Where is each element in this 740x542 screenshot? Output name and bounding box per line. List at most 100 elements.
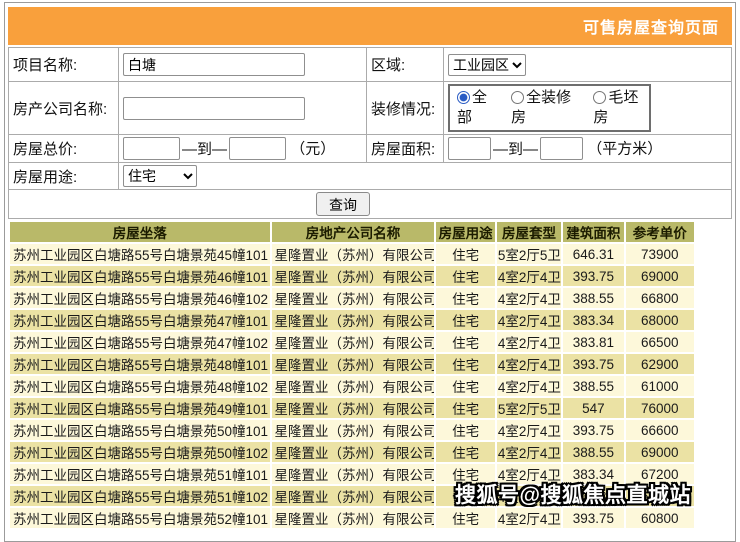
table-cell: 住宅 [436, 266, 494, 286]
table-row: 苏州工业园区白塘路55号白塘景苑50幢101星隆置业（苏州）有限公司住宅4室2厅… [10, 420, 694, 440]
table-cell: 393.75 [563, 354, 623, 374]
table-cell: 393.75 [563, 420, 623, 440]
price-unit: （元） [290, 141, 335, 158]
column-header-usage: 房屋用途 [436, 222, 494, 242]
company-name-input[interactable] [123, 97, 305, 120]
table-cell: 苏州工业园区白塘路55号白塘景苑46幢102 [10, 288, 270, 308]
table-row: 苏州工业园区白塘路55号白塘景苑52幢101星隆置业（苏州）有限公司住宅4室2厅… [10, 508, 694, 528]
table-cell: 苏州工业园区白塘路55号白塘景苑47幢101 [10, 310, 270, 330]
table-cell: 61000 [626, 376, 694, 396]
radio-full-decoration[interactable]: 全装修房 [511, 88, 577, 128]
usage-label: 房屋用途: [9, 163, 119, 190]
area-to-input[interactable] [540, 137, 583, 160]
table-cell: 69000 [626, 266, 694, 286]
area-unit: （平方米） [587, 141, 662, 158]
query-button[interactable]: 查询 [316, 192, 370, 216]
page-frame: 可售房屋查询页面 项目名称: 区域: 工业园区 房产公司名称: 装修情况: 全部… [4, 2, 736, 542]
table-cell: 星隆置业（苏州）有限公司 [272, 420, 435, 440]
radio-rough-input[interactable] [593, 91, 606, 104]
table-cell: 5室2厅5卫 [497, 244, 561, 264]
column-header-area: 建筑面积 [563, 222, 623, 242]
price-to-input[interactable] [229, 137, 286, 160]
table-cell: 4室2厅4卫 [497, 420, 561, 440]
table-cell: 苏州工业园区白塘路55号白塘景苑50幢102 [10, 442, 270, 462]
table-cell: 393.75 [563, 508, 623, 528]
table-cell: 住宅 [436, 442, 494, 462]
company-name-label: 房产公司名称: [9, 82, 119, 135]
table-cell: 星隆置业（苏州）有限公司 [272, 354, 435, 374]
table-cell: 4室2厅4卫 [497, 266, 561, 286]
area-from-input[interactable] [448, 137, 491, 160]
table-cell: 4室2厅4卫 [497, 332, 561, 352]
region-select[interactable]: 工业园区 [448, 54, 526, 76]
table-cell: 547 [563, 398, 623, 418]
table-cell: 星隆置业（苏州）有限公司 [272, 508, 435, 528]
table-cell: 4室2厅4卫 [497, 354, 561, 374]
table-cell: 383.81 [563, 332, 623, 352]
table-cell: 69000 [626, 442, 694, 462]
radio-full-decoration-input[interactable] [511, 91, 524, 104]
price-range-separator: —到— [182, 141, 227, 158]
table-cell: 住宅 [436, 398, 494, 418]
table-cell: 苏州工业园区白塘路55号白塘景苑52幢101 [10, 508, 270, 528]
column-header-unit-price: 参考单价 [626, 222, 694, 242]
table-cell: 62900 [626, 354, 694, 374]
query-form: 项目名称: 区域: 工业园区 房产公司名称: 装修情况: 全部 全装修房 毛坯房 [8, 47, 732, 219]
table-row: 苏州工业园区白塘路55号白塘景苑48幢101星隆置业（苏州）有限公司住宅4室2厅… [10, 354, 694, 374]
table-cell: 住宅 [436, 376, 494, 396]
price-from-input[interactable] [123, 137, 180, 160]
radio-all-input[interactable] [457, 91, 470, 104]
page-title: 可售房屋查询页面 [583, 14, 719, 38]
table-cell: 星隆置业（苏州）有限公司 [272, 464, 435, 484]
area-range-separator: —到— [493, 141, 538, 158]
title-bar: 可售房屋查询页面 [8, 7, 732, 45]
table-cell: 星隆置业（苏州）有限公司 [272, 442, 435, 462]
table-cell: 60800 [626, 508, 694, 528]
table-cell: 4室2厅4卫 [497, 310, 561, 330]
table-cell: 苏州工业园区白塘路55号白塘景苑50幢101 [10, 420, 270, 440]
table-cell: 星隆置业（苏州）有限公司 [272, 398, 435, 418]
table-row: 苏州工业园区白塘路55号白塘景苑48幢102星隆置业（苏州）有限公司住宅4室2厅… [10, 376, 694, 396]
table-row: 苏州工业园区白塘路55号白塘景苑49幢101星隆置业（苏州）有限公司住宅5室2厅… [10, 398, 694, 418]
table-cell: 星隆置业（苏州）有限公司 [272, 376, 435, 396]
table-cell: 苏州工业园区白塘路55号白塘景苑48幢101 [10, 354, 270, 374]
table-row: 苏州工业园区白塘路55号白塘景苑46幢101星隆置业（苏州）有限公司住宅4室2厅… [10, 266, 694, 286]
column-header-company: 房地产公司名称 [272, 222, 435, 242]
table-cell: 4室2厅4卫 [497, 376, 561, 396]
table-cell: 星隆置业（苏州）有限公司 [272, 244, 435, 264]
radio-rough[interactable]: 毛坯房 [593, 88, 645, 128]
table-cell: 388.55 [563, 288, 623, 308]
table-row: 苏州工业园区白塘路55号白塘景苑46幢102星隆置业（苏州）有限公司住宅4室2厅… [10, 288, 694, 308]
table-header-row: 房屋坐落 房地产公司名称 房屋用途 房屋套型 建筑面积 参考单价 [10, 222, 694, 242]
table-cell: 4室2厅4卫 [497, 288, 561, 308]
table-cell: 住宅 [436, 244, 494, 264]
table-cell: 住宅 [436, 354, 494, 374]
table-cell: 66600 [626, 420, 694, 440]
table-cell: 住宅 [436, 508, 494, 528]
table-cell: 66500 [626, 332, 694, 352]
radio-all[interactable]: 全部 [457, 88, 495, 128]
table-row: 苏州工业园区白塘路55号白塘景苑45幢101星隆置业（苏州）有限公司住宅5室2厅… [10, 244, 694, 264]
table-cell: 383.34 [563, 310, 623, 330]
table-row: 苏州工业园区白塘路55号白塘景苑50幢102星隆置业（苏州）有限公司住宅4室2厅… [10, 442, 694, 462]
query-button-row: 查询 [9, 190, 732, 219]
table-cell: 苏州工业园区白塘路55号白塘景苑46幢101 [10, 266, 270, 286]
table-cell: 646.31 [563, 244, 623, 264]
table-cell: 4室2厅4卫 [497, 508, 561, 528]
table-cell: 苏州工业园区白塘路55号白塘景苑48幢102 [10, 376, 270, 396]
watermark: 搜狐号@搜狐焦点直城站 [455, 479, 691, 509]
table-cell: 76000 [626, 398, 694, 418]
table-cell: 393.75 [563, 266, 623, 286]
table-cell: 星隆置业（苏州）有限公司 [272, 266, 435, 286]
project-name-input[interactable] [123, 53, 305, 76]
usage-select[interactable]: 住宅 [123, 165, 197, 187]
table-cell: 苏州工业园区白塘路55号白塘景苑49幢101 [10, 398, 270, 418]
table-cell: 星隆置业（苏州）有限公司 [272, 288, 435, 308]
table-cell: 66800 [626, 288, 694, 308]
decoration-radio-group: 全部 全装修房 毛坯房 [448, 84, 651, 132]
table-cell: 5室2厅5卫 [497, 398, 561, 418]
table-cell: 住宅 [436, 332, 494, 352]
table-cell: 73900 [626, 244, 694, 264]
table-cell: 4室2厅4卫 [497, 442, 561, 462]
table-cell: 住宅 [436, 310, 494, 330]
